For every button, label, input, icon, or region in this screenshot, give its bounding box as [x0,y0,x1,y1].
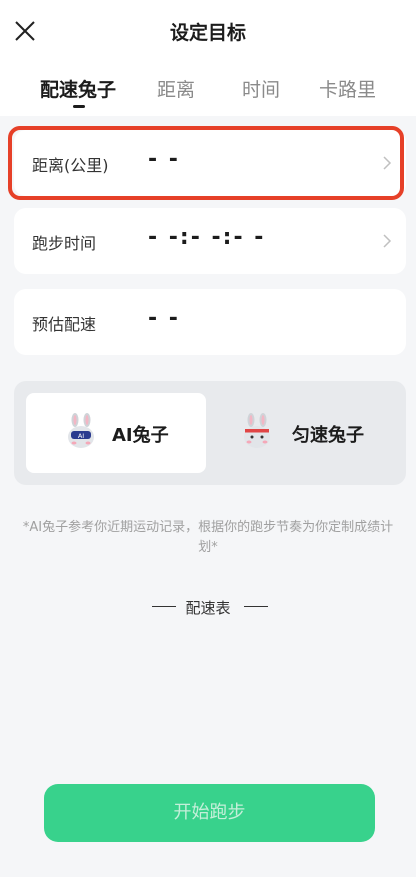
ai-rabbit-icon: AI [68,413,94,448]
steady-rabbit-label: 匀速兔子 [292,425,364,446]
start-run-button[interactable]: 开始跑步 [44,784,375,842]
active-tab-indicator [73,105,85,108]
chevron-right-icon [383,234,392,248]
tab-time[interactable]: 时间 [242,75,280,102]
ai-rabbit-label: AI兔子 [112,425,169,446]
page-title: 设定目标 [169,22,246,44]
tab-calories[interactable]: 卡路里 [319,75,376,102]
top-bar: 设定目标 配速兔子 距离 时间 卡路里 [0,0,416,116]
distance-field-highlight [8,126,404,200]
steady-rabbit-icon [244,413,270,448]
run-time-label: 跑步时间 [32,234,97,253]
steady-rabbit-option[interactable]: 匀速兔子 [218,393,398,473]
tab-pace-rabbit[interactable]: 配速兔子 [40,75,116,102]
estimated-pace-field: 预估配速 - - [14,289,406,355]
pace-table-title: 配速表 [185,599,231,617]
svg-text:AI: AI [78,432,84,440]
run-time-value: - -:- -:- - [148,225,266,250]
divider-right [244,606,268,607]
estimated-pace-label: 预估配速 [32,315,97,334]
run-time-field[interactable]: 跑步时间 - -:- -:- - [14,208,406,274]
tab-distance[interactable]: 距离 [157,75,195,102]
ai-rabbit-option[interactable]: AI AI兔子 [26,393,206,473]
estimated-pace-value: - - [148,306,180,331]
ai-rabbit-note: *AI兔子参考你近期运动记录，根据你的跑步节奏为你定制成绩计划* [22,520,394,555]
rabbit-mode-selector: AI AI兔子 匀速兔子 [14,381,406,485]
